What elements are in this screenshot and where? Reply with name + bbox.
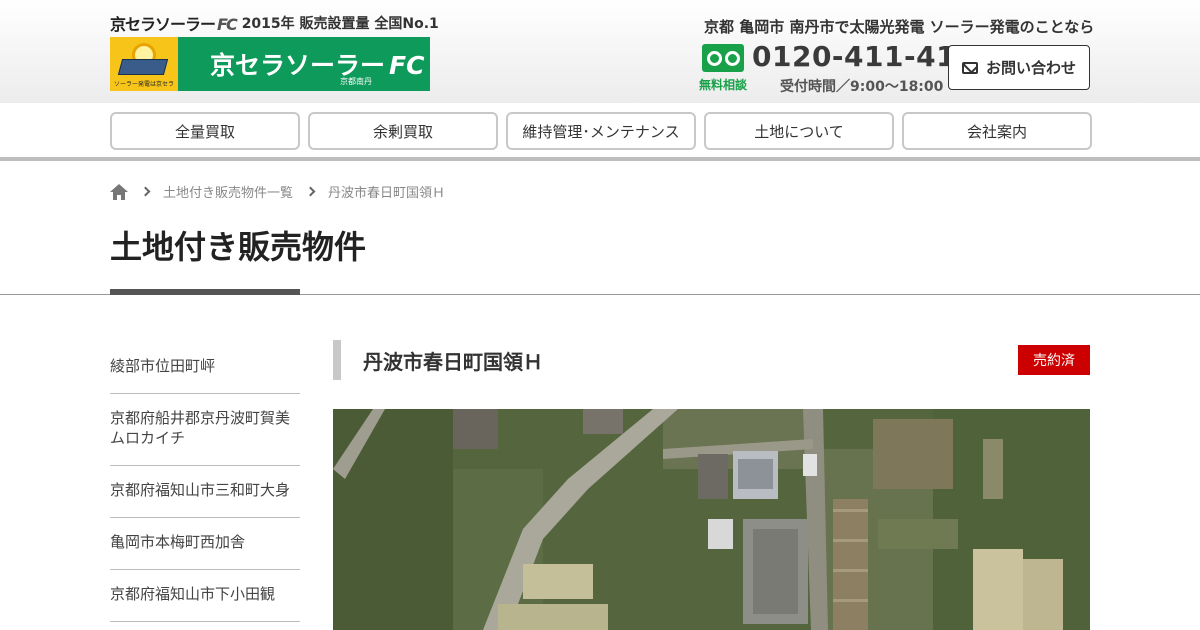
nav-item-company[interactable]: 会社案内 bbox=[902, 112, 1092, 150]
tagline-text: 2015年 販売設置量 全国No.1 bbox=[241, 16, 439, 32]
sidebar-item[interactable]: 綾部市位田町岼 bbox=[110, 342, 300, 394]
page-title: 土地付き販売物件 bbox=[110, 228, 367, 266]
aerial-photo bbox=[333, 409, 1090, 630]
sidebar-item[interactable]: 京都府福知山市下小田観 bbox=[110, 570, 300, 622]
brand-name-small: 京セラソーラー FC bbox=[110, 15, 238, 34]
site-logo[interactable]: ソーラー発電は京セラ 京セラソーラー FC 京都南丹 bbox=[110, 37, 430, 91]
contact-button[interactable]: お問い合わせ bbox=[948, 45, 1090, 90]
sidebar-item[interactable]: 亀岡市本梅町西加舎 bbox=[110, 518, 300, 570]
site-header: 京セラソーラー FC 2015年 販売設置量 全国No.1 ソーラー発電は京セラ … bbox=[0, 0, 1200, 103]
breadcrumb: 土地付き販売物件一覧 丹波市春日町国領Ｈ bbox=[110, 182, 445, 201]
nav-item-maintenance[interactable]: 維持管理･メンテナンス bbox=[506, 112, 696, 150]
chevron-right-icon bbox=[140, 186, 151, 197]
sidebar-item[interactable]: 京都府福知山市三和町大身 bbox=[110, 466, 300, 518]
business-hours: 受付時間／9:00～18:00 bbox=[780, 79, 944, 95]
area-description: 京都 亀岡市 南丹市で太陽光発電 ソーラー発電のことなら bbox=[704, 18, 1095, 36]
nav-item-full-purchase[interactable]: 全量買取 bbox=[110, 112, 300, 150]
header-tagline: 京セラソーラー FC 2015年 販売設置量 全国No.1 bbox=[110, 12, 439, 34]
status-badge: 売約済 bbox=[1018, 345, 1090, 375]
nav-item-surplus-purchase[interactable]: 余剰買取 bbox=[308, 112, 498, 150]
chevron-right-icon bbox=[305, 186, 316, 197]
breadcrumb-link-list[interactable]: 土地付き販売物件一覧 bbox=[163, 182, 293, 201]
logo-text: 京セラソーラー FC bbox=[210, 51, 425, 80]
freedial-icon bbox=[702, 44, 744, 72]
home-icon[interactable] bbox=[110, 183, 128, 200]
sidebar-property-list: 綾部市位田町岼 京都府船井郡京丹波町賀美ムロカイチ 京都府福知山市三和町大身 亀… bbox=[110, 342, 300, 622]
logo-subtitle: 京都南丹 bbox=[340, 77, 372, 86]
mail-icon bbox=[961, 61, 978, 74]
property-heading: 丹波市春日町国領Ｈ bbox=[333, 340, 1090, 380]
phone-number[interactable]: 0120-411-410 bbox=[752, 40, 976, 73]
solar-panel-icon: ソーラー発電は京セラ bbox=[110, 37, 178, 91]
property-name: 丹波市春日町国領Ｈ bbox=[363, 349, 543, 374]
global-nav: 全量買取 余剰買取 維持管理･メンテナンス 土地について 会社案内 bbox=[0, 103, 1200, 161]
nav-item-land[interactable]: 土地について bbox=[704, 112, 894, 150]
title-accent-bar bbox=[110, 289, 300, 295]
sidebar-item[interactable]: 京都府船井郡京丹波町賀美ムロカイチ bbox=[110, 394, 300, 466]
contact-button-label: お問い合わせ bbox=[985, 59, 1076, 77]
breadcrumb-current: 丹波市春日町国領Ｈ bbox=[328, 186, 446, 201]
free-consultation-label: 無料相談 bbox=[699, 78, 748, 92]
